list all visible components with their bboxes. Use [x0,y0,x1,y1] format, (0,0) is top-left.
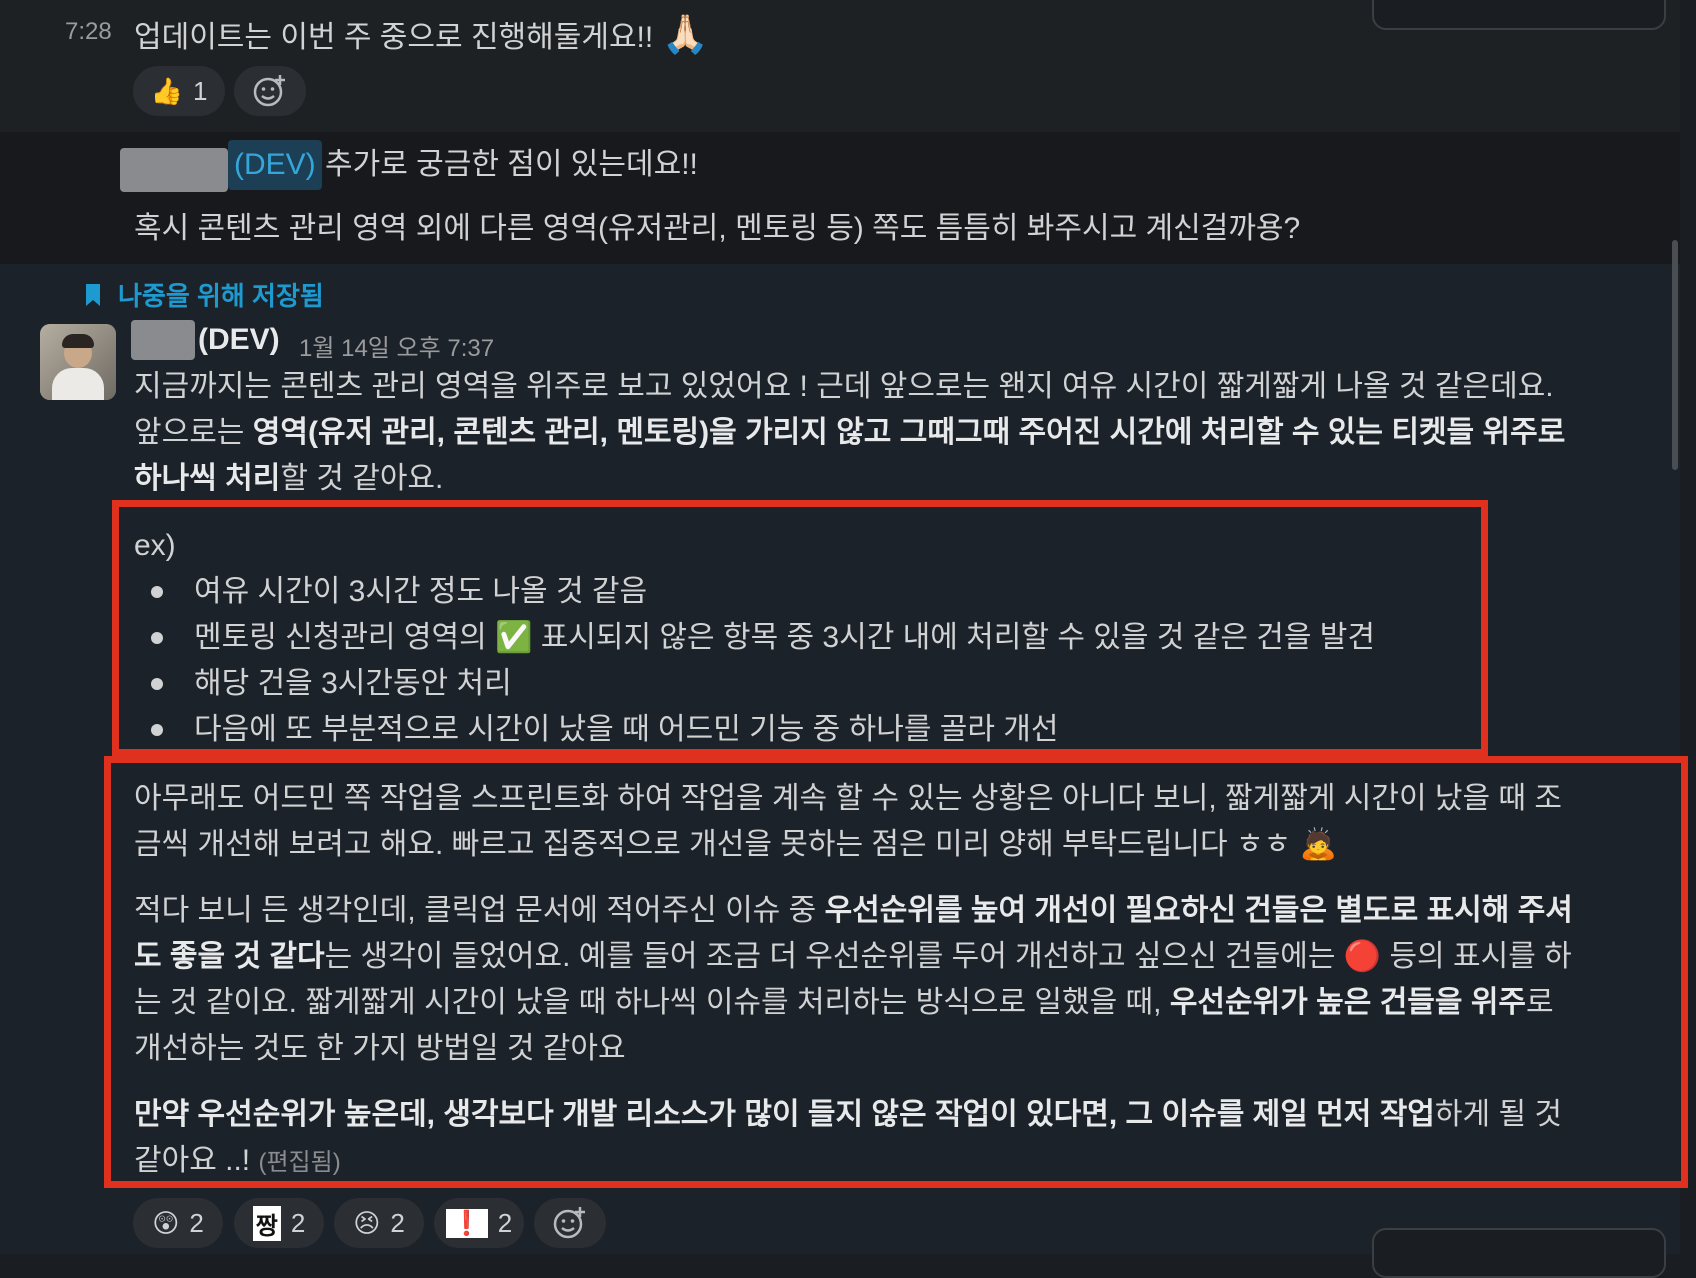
add-emoji-icon [553,1207,585,1239]
reaction-emoji: ❗ [445,1208,488,1238]
message-timestamp[interactable]: 1월 14일 오후 7:37 [299,328,494,363]
add-reaction-button[interactable] [534,1198,606,1248]
reaction-emoji: 😣 [353,1207,381,1238]
reaction-count: 2 [390,1207,405,1238]
bookmark-icon [86,283,100,306]
message-actions-toolbar[interactable] [1372,0,1666,30]
quoted-line-2: 혹시 콘텐츠 관리 영역 외에 다른 영역(유저관리, 멘토링 등) 쪽도 틈틈… [134,212,1301,245]
saved-label: 나중을 위해 저장됨 [118,281,324,311]
paragraph-1-line-3: 하나씩 처리할 것 같아요. [134,462,444,495]
message-time[interactable]: 7:28 [65,18,112,46]
reaction-thumbsup[interactable]: 👍 1 [133,66,225,116]
scrollbar-thumb[interactable] [1672,240,1678,470]
add-reaction-button[interactable] [234,66,306,116]
pray-emoji: 🙏🏻 [661,14,709,56]
reaction-count: 2 [290,1207,306,1238]
reaction-pill[interactable]: 짱 2 [234,1198,324,1248]
message-top: 7:28 업데이트는 이번 주 중으로 진행해둘게요!! 🙏🏻 👍 1 [0,0,1680,132]
avatar[interactable] [40,324,116,400]
quoted-line-1: 추가로 궁금한 점이 있는데요!! [325,148,698,181]
thumbsup-icon: 👍 [150,75,183,106]
reaction-pill[interactable]: ❗ 2 [434,1198,524,1248]
quoted-message: (DEV) 추가로 궁금한 점이 있는데요!! 혹시 콘텐츠 관리 영역 외에 … [0,132,1680,264]
annotation-box-1 [112,500,1488,756]
reaction-count: 2 [189,1207,204,1238]
paragraph-1-line-1: 지금까지는 콘텐츠 관리 영역을 위주로 보고 있었어요 ! 근데 앞으로는 왠… [134,370,1554,403]
author-name-blurred[interactable] [120,148,228,192]
reaction-count: 1 [192,75,208,106]
reaction-emoji: 😲 [152,1207,180,1238]
reaction-pill[interactable]: 😲 2 [133,1198,223,1248]
message-text: 업데이트는 이번 주 중으로 진행해둘게요!! 🙏🏻 [134,14,709,56]
message-actions-toolbar[interactable] [1372,1228,1666,1278]
paragraph-1-line-2: 앞으로는 영역(유저 관리, 콘텐츠 관리, 멘토링)을 가리지 않고 그때그때… [134,416,1566,449]
reaction-count: 2 [497,1207,513,1238]
reaction-emoji: 짱 [252,1205,281,1241]
author-name-blurred[interactable] [131,320,195,360]
author-mention[interactable]: (DEV) [228,140,322,190]
saved-banner: 나중을 위해 저장됨 [84,276,324,313]
annotation-box-2 [104,756,1688,1188]
add-emoji-icon [253,75,285,107]
author-name-suffix[interactable]: (DEV) [198,320,280,360]
reaction-pill[interactable]: 😣 2 [334,1198,424,1248]
